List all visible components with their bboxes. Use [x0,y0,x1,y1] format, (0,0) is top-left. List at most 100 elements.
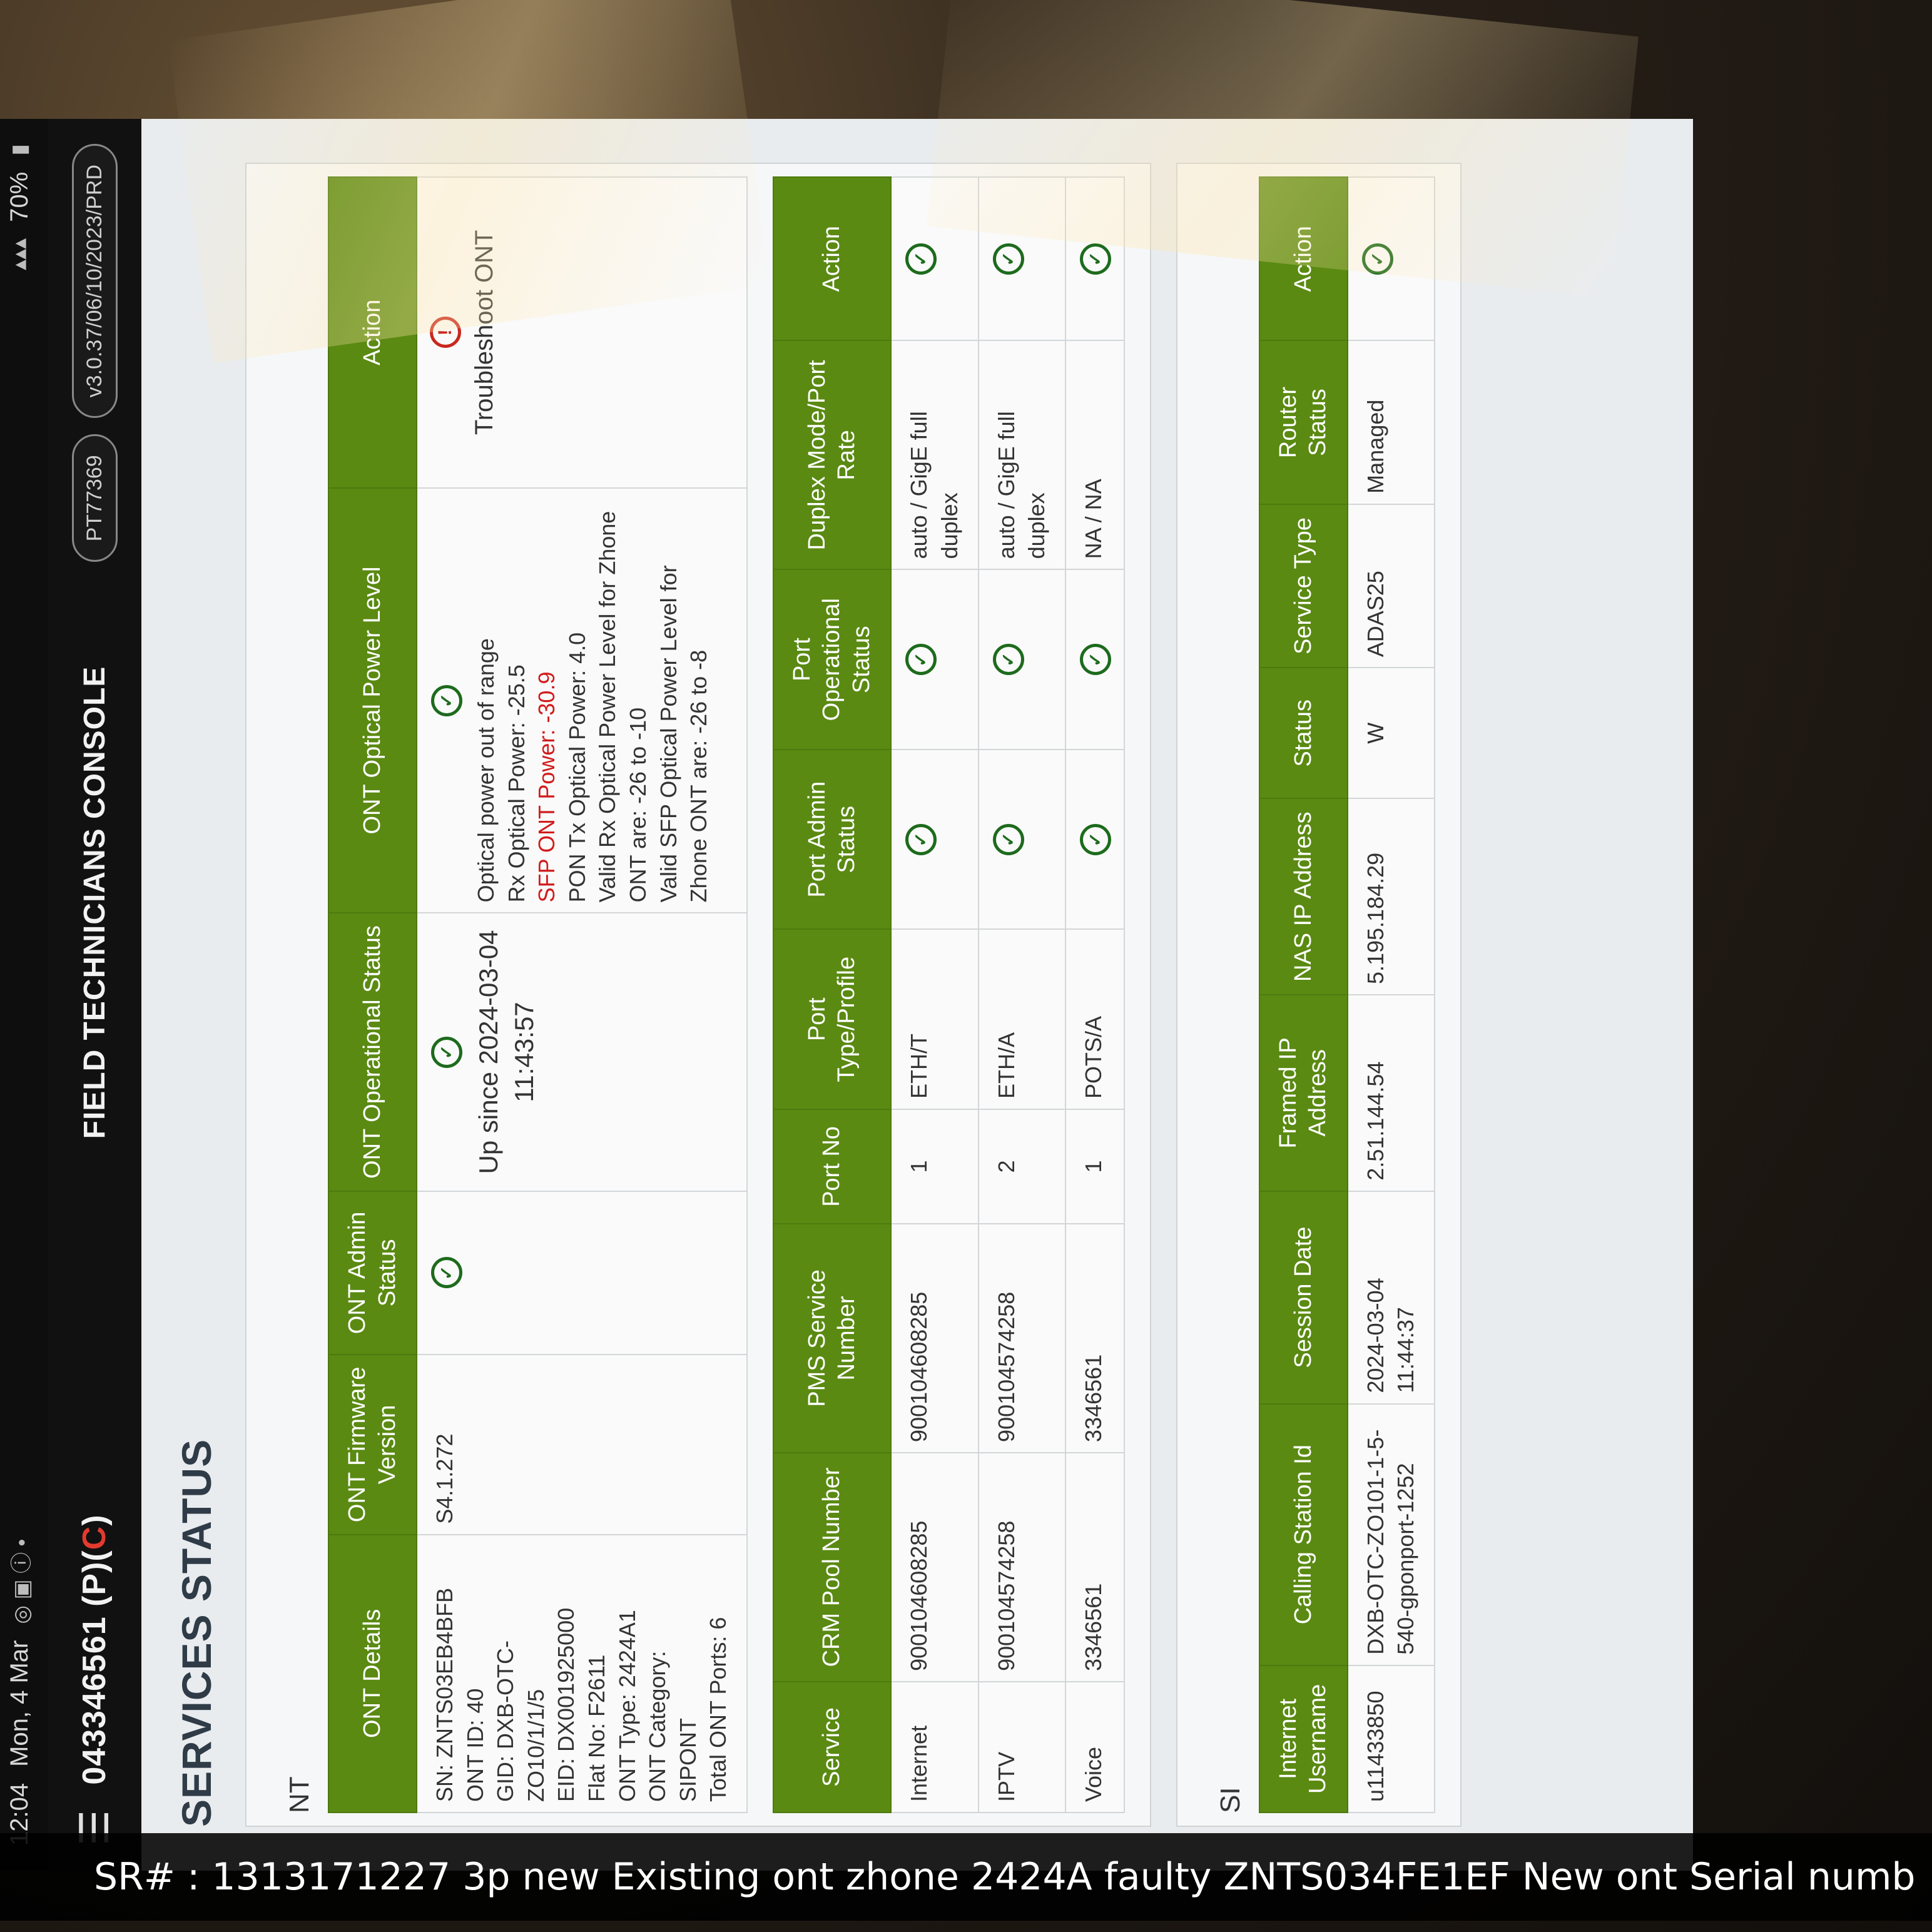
check-circle-icon: ✓ [431,1257,462,1289]
th-status: Status [1259,668,1348,799]
th-si-action: Action [1259,177,1348,341]
pms-cell: 3346561 [1065,1223,1124,1453]
port-type-cell: ETH/T [891,929,979,1110]
duplex-cell: auto / GigE full duplex [978,340,1065,570]
table-row: Voice 3346561 3346561 1 POTS/A ✓ ✓ NA / … [1065,177,1124,1813]
main-content: SERVICES STATUS NT ONT Details ONT Firmw… [141,119,1693,1871]
th-port-no: Port No [773,1109,892,1224]
calling-station-cell: DXB-OTC-ZO101-1-5-540-gponport-1252 [1347,1403,1435,1665]
table-row: IPTV 900104574258 900104574258 2 ETH/A ✓… [978,177,1065,1813]
th-router-status: Router Status [1259,340,1348,504]
si-table-header: Internet Username Calling Station Id Ses… [1259,177,1348,1813]
sfp-power: SFP ONT Power: -30.9 [534,671,560,903]
th-ont-admin: ONT Admin Status [328,1191,417,1355]
si-card: SI Internet Username Calling Station Id … [1176,163,1462,1827]
ont-table: ONT Details ONT Firmware Version ONT Adm… [328,176,748,1813]
port-operational-cell: ✓ [1065,569,1124,750]
account-number: 043346561 (P)(C) [76,1514,113,1785]
ont-detail-line: ONT ID: 40 [462,1688,488,1802]
pms-cell: 900104574258 [978,1223,1065,1453]
check-circle-icon: ✓ [1079,823,1111,855]
check-circle-icon: ✓ [431,684,462,716]
port-admin-cell: ✓ [978,749,1065,930]
th-pms-service: PMS Service Number [773,1223,892,1453]
ont-firmware-cell: S4.1.272 [417,1355,747,1535]
port-operational-cell: ✓ [978,569,1065,750]
port-admin-cell: ✓ [891,749,979,930]
port-no-cell: 1 [891,1109,979,1224]
page-title: SERVICES STATUS [173,1438,220,1827]
th-nas-ip: NAS IP Address [1259,798,1348,995]
crm-cell: 900104574258 [978,1452,1065,1682]
router-status-cell: Managed [1347,340,1435,504]
optical-status: Optical power out of range [473,638,499,903]
th-calling-station: Calling Station Id [1259,1403,1348,1665]
port-action-cell[interactable]: ✓ [1065,177,1124,341]
port-no-cell: 2 [978,1109,1065,1224]
table-row: SN: ZNTS03EB4BFB ONT ID: 40 GID: DXB-OTC… [417,177,747,1813]
console-title: FIELD TECHNICIANS CONSOLE [78,666,111,1139]
th-ont-firmware: ONT Firmware Version [328,1355,417,1535]
check-circle-icon[interactable]: ✓ [1361,243,1393,275]
check-circle-icon[interactable]: ✓ [905,243,937,275]
ont-action-cell: ! Troubleshoot ONT [417,177,747,488]
ont-detail-line: SN: ZNTS03EB4BFB [432,1587,457,1802]
check-circle-icon[interactable]: ✓ [992,243,1024,275]
ont-detail-line: EID: DX001925000 [553,1607,579,1802]
framed-ip-cell: 2.51.144.54 [1347,995,1435,1191]
nt-section-label: NT [284,1776,315,1813]
notification-icon: ◎ ▣ ⓘ • [9,1538,34,1624]
port-type-cell: POTS/A [1065,929,1124,1110]
tx-power: PON Tx Optical Power: 4.0 [564,632,590,903]
port-admin-cell: ✓ [1065,749,1124,930]
th-framed-ip: Framed IP Address [1259,995,1348,1191]
troubleshoot-label: Troubleshoot ONT [470,230,498,435]
ont-table-header: ONT Details ONT Firmware Version ONT Adm… [328,177,417,1813]
alert-circle-icon: ! [430,317,461,348]
valid-sfp-range: Valid SFP Optical Power Level for Zhone … [655,565,712,903]
duplex-cell: auto / GigE full duplex [891,340,979,570]
th-service-type: Service Type [1259,504,1348,668]
th-port-action: Action [773,177,892,341]
caption-text: SR# : 1313171227 3p new Existing ont zho… [94,1855,1916,1899]
operational-since: Up since 2024-03-04 11:43:57 [474,930,539,1174]
service-cell: Voice [1065,1681,1124,1813]
signal-icon: ▴▴▴ [8,238,31,270]
troubleshoot-ont-button[interactable]: ! Troubleshoot ONT [430,188,501,477]
ont-admin-cell: ✓ [417,1191,747,1355]
nas-ip-cell: 5.195.184.29 [1347,798,1435,995]
ont-detail-line: Flat No: F2611 [583,1654,609,1802]
ont-detail-line: GID: DXB-OTC- [492,1640,519,1802]
port-operational-cell: ✓ [891,569,979,750]
table-row: u11433850 DXB-OTC-ZO101-1-5-540-gponport… [1347,177,1435,1813]
si-table: Internet Username Calling Station Id Ses… [1259,176,1435,1813]
user-chip[interactable]: PT77369 [71,434,118,562]
th-service: Service [773,1681,892,1813]
ont-optical-cell: ✓ Optical power out of range Rx Optical … [417,487,747,913]
th-duplex: Duplex Mode/Port Rate [773,340,892,570]
check-circle-icon[interactable]: ✓ [1079,243,1111,275]
ont-details-cell: SN: ZNTS03EB4BFB ONT ID: 40 GID: DXB-OTC… [417,1534,747,1813]
th-crm-pool: CRM Pool Number [773,1452,892,1682]
check-circle-icon: ✓ [905,823,937,855]
check-circle-icon: ✓ [992,823,1024,855]
caption-bar: SR# : 1313171227 3p new Existing ont zho… [0,1833,1932,1921]
ont-detail-line: ONT Category: [644,1650,671,1802]
battery-icon: ▮ [8,144,31,156]
port-action-cell[interactable]: ✓ [891,177,979,341]
date: Mon, 4 Mar [5,1640,33,1767]
th-ont-operational: ONT Operational Status [328,913,417,1191]
rx-power: Rx Optical Power: -25.5 [503,664,529,903]
si-action-cell[interactable]: ✓ [1347,177,1435,341]
app-bar: ☰ 043346561 (P)(C) FIELD TECHNICIANS CON… [48,119,141,1871]
battery-level: 70% [5,171,33,222]
service-type-cell: ADAS25 [1347,504,1435,668]
device-screen: 12:04 Mon, 4 Mar ◎ ▣ ⓘ • ▴▴▴ 70% ▮ ☰ 043… [0,119,1693,1871]
th-port-operational: Port Operational Status [773,569,892,750]
si-section-label: SI [1214,1787,1246,1813]
version-chip: v3.0.37/06/10/2023/PRD [71,144,118,419]
th-ont-optical: ONT Optical Power Level [328,487,417,913]
port-action-cell[interactable]: ✓ [978,177,1065,341]
ports-table: Service CRM Pool Number PMS Service Numb… [773,176,1125,1813]
service-cell: Internet [891,1681,979,1813]
